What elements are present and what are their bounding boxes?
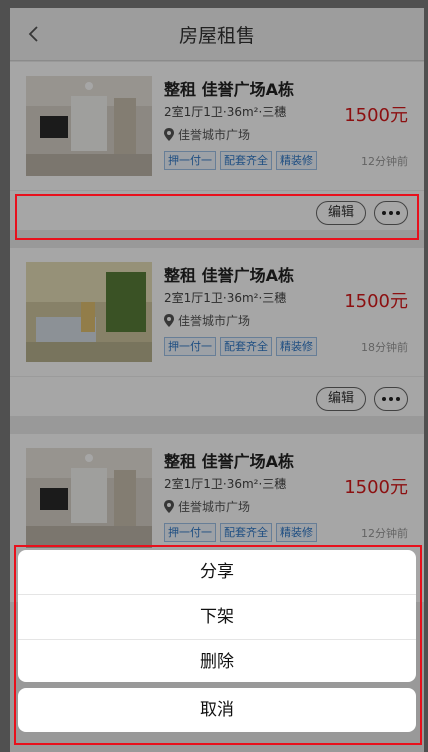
share-option[interactable]: 分享 <box>18 550 416 595</box>
delete-option[interactable]: 删除 <box>18 640 416 682</box>
take-down-option[interactable]: 下架 <box>18 595 416 640</box>
action-sheet: 分享 下架 删除 <box>18 550 416 682</box>
cancel-button[interactable]: 取消 <box>18 688 416 732</box>
app-screen: 房屋租售 整租 佳誉广场A栋 2室1厅1卫·36m²·三穗 1500元 佳誉城市… <box>10 8 424 752</box>
